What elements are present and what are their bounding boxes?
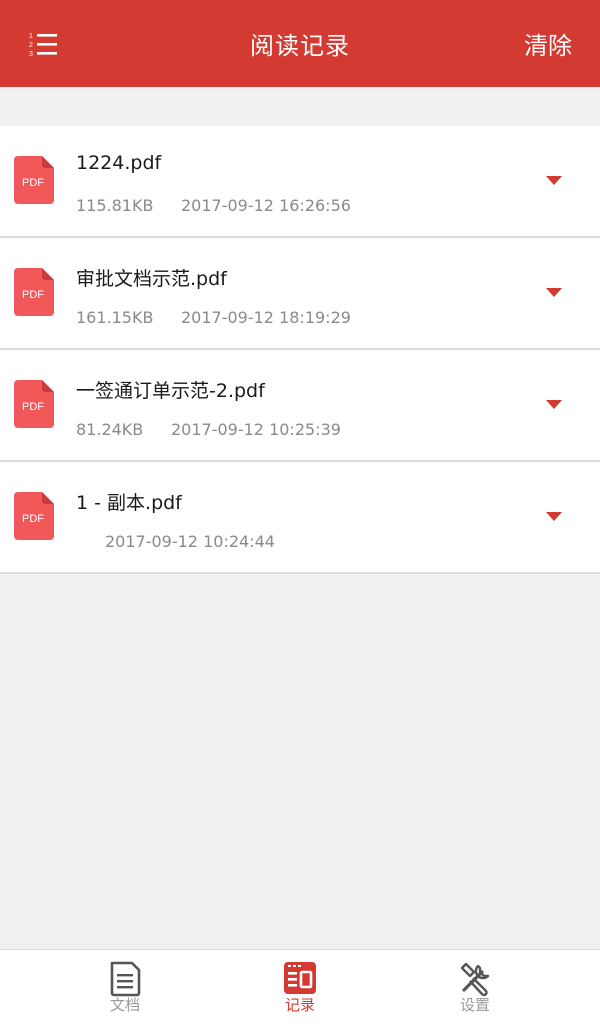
list-item[interactable]: PDF 审批文档示范.pdf 161.15KB 2017-09-12 18:19:… <box>0 238 600 350</box>
file-size: 115.81KB <box>76 196 154 215</box>
app-header: 1 2 3 阅读记录 清除 <box>0 0 600 87</box>
svg-text:2: 2 <box>29 42 33 49</box>
tab-label: 记录 <box>284 996 315 1014</box>
svg-text:PDF: PDF <box>22 177 44 189</box>
list-item[interactable]: PDF 一签通订单示范-2.pdf 81.24KB 2017-09-12 10:2… <box>0 350 600 462</box>
svg-text:PDF: PDF <box>22 289 44 301</box>
file-name: 1 - 副本.pdf <box>76 492 182 514</box>
file-meta: 81.24KB 2017-09-12 10:25:39 <box>76 420 341 439</box>
tab-history[interactable]: 记录 <box>240 950 360 1033</box>
file-size: 81.24KB <box>76 420 144 439</box>
file-name: 1224.pdf <box>76 152 162 174</box>
tab-label: 文档 <box>109 996 140 1014</box>
file-meta: 2017-09-12 10:24:44 <box>76 532 275 551</box>
document-icon <box>110 961 141 997</box>
file-name: 审批文档示范.pdf <box>76 268 227 290</box>
pdf-file-icon: PDF <box>14 268 54 316</box>
expand-arrow-icon[interactable] <box>546 288 562 298</box>
expand-arrow-icon[interactable] <box>546 400 562 410</box>
file-time: 2017-09-12 18:19:29 <box>181 308 351 327</box>
list-item[interactable]: PDF 1 - 副本.pdf 2017-09-12 10:24:44 <box>0 462 600 574</box>
app-root: 1 2 3 阅读记录 清除 PDF 1224.pdf 115.81KB 2017-… <box>0 0 600 1033</box>
tab-label: 设置 <box>459 996 490 1014</box>
file-meta: 115.81KB 2017-09-12 16:26:56 <box>76 196 351 215</box>
tab-settings[interactable]: 设置 <box>415 950 535 1033</box>
numbered-list-icon: 1 2 3 <box>29 33 57 57</box>
expand-arrow-icon[interactable] <box>546 512 562 522</box>
page-title: 阅读记录 <box>250 32 350 60</box>
svg-text:PDF: PDF <box>22 513 44 525</box>
menu-button[interactable]: 1 2 3 <box>24 26 64 62</box>
clear-button[interactable]: 清除 <box>524 0 572 87</box>
svg-text:PDF: PDF <box>22 401 44 413</box>
file-size: 161.15KB <box>76 308 154 327</box>
file-time: 2017-09-12 10:25:39 <box>171 420 341 439</box>
history-icon <box>284 962 316 994</box>
file-meta: 161.15KB 2017-09-12 18:19:29 <box>76 308 351 327</box>
tab-documents[interactable]: 文档 <box>65 950 185 1033</box>
pdf-file-icon: PDF <box>14 492 54 540</box>
expand-arrow-icon[interactable] <box>546 176 562 186</box>
file-name: 一签通订单示范-2.pdf <box>76 380 265 402</box>
list-item[interactable]: PDF 1224.pdf 115.81KB 2017-09-12 16:26:56 <box>0 126 600 238</box>
svg-text:3: 3 <box>29 51 33 57</box>
history-list: PDF 1224.pdf 115.81KB 2017-09-12 16:26:56… <box>0 126 600 574</box>
bottom-tab-bar: 文档 记录 设置 <box>0 949 600 1033</box>
file-time: 2017-09-12 10:24:44 <box>105 532 275 551</box>
pdf-file-icon: PDF <box>14 156 54 204</box>
tools-icon <box>460 962 490 997</box>
svg-text:1: 1 <box>29 33 33 40</box>
pdf-file-icon: PDF <box>14 380 54 428</box>
file-time: 2017-09-12 16:26:56 <box>181 196 351 215</box>
